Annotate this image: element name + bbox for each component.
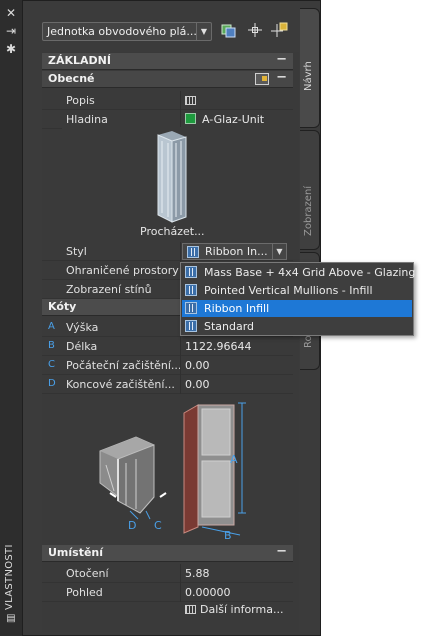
more-info-link[interactable]: Další informa... — [185, 603, 283, 616]
collapse-icon[interactable]: − — [276, 544, 287, 559]
chevron-down-icon[interactable]: ▼ — [272, 244, 286, 259]
section-general-label: Obecné — [48, 72, 95, 85]
dimension-letter: B — [48, 340, 55, 351]
diagram-label-c: C — [154, 519, 162, 532]
tab-design[interactable]: Návrh — [300, 8, 320, 128]
bounding-label: Ohraničené prostory — [66, 264, 179, 277]
curtain-wall-style-icon — [185, 320, 197, 332]
dimension-letter: C — [48, 359, 55, 370]
style-option-label: Standard — [204, 320, 255, 333]
browse-link[interactable]: Procházet... — [140, 225, 205, 238]
curtain-wall-style-icon — [187, 246, 199, 258]
style-label: Styl — [66, 245, 87, 258]
dimension-diagram: D C A B — [62, 393, 293, 542]
section-dimensions-label: Kóty — [48, 300, 77, 313]
start-offset-value[interactable]: 0.00 — [185, 359, 210, 372]
menu-icon[interactable]: ▤ — [4, 612, 18, 626]
layer-label: Hladina — [66, 113, 108, 126]
toggle-pickadd-icon[interactable] — [270, 22, 288, 40]
shadow-label: Zobrazení stínů — [66, 283, 152, 296]
palette-titlebar[interactable]: ✕ ⇥ ✱ ▤ VLASTNOSTI — [0, 0, 23, 636]
row-end-offset[interactable]: D Koncové začištění... 0.00 — [42, 375, 293, 394]
style-value: Ribbon In... — [205, 245, 268, 258]
object-type-combo[interactable]: Jednotka obvodového plá... ▼ — [42, 22, 212, 41]
height-label: Výška — [66, 321, 99, 334]
collapse-icon[interactable]: − — [276, 70, 287, 85]
elevation-label: Pohled — [66, 586, 103, 599]
curtain-wall-style-icon — [185, 266, 197, 278]
dimension-letter: D — [48, 378, 56, 389]
more-info-label: Další informa... — [200, 603, 284, 616]
style-combo[interactable]: Ribbon In... ▼ — [182, 243, 287, 260]
style-option-label: Pointed Vertical Mullions - Infill — [204, 284, 373, 297]
diagram-label-b: B — [224, 529, 232, 541]
close-icon[interactable]: ✕ — [4, 6, 18, 20]
end-offset-value[interactable]: 0.00 — [185, 378, 210, 391]
more-info-icon — [185, 605, 196, 614]
length-label: Délka — [66, 340, 98, 353]
layer-value: A-Glaz-Unit — [202, 113, 265, 126]
section-basic-label: ZÁKLADNÍ — [48, 54, 111, 67]
row-start-offset[interactable]: C Počáteční začištění... 0.00 — [42, 356, 293, 375]
diagram-label-d: D — [128, 519, 136, 532]
style-option[interactable]: Pointed Vertical Mullions - Infill — [182, 282, 412, 299]
section-location[interactable]: Umístění − — [42, 544, 293, 562]
section-general[interactable]: Obecné − — [42, 70, 293, 88]
style-option-label: Mass Base + 4x4 Grid Above - Glazing — [204, 266, 416, 279]
tab-display[interactable]: Zobrazení — [300, 130, 320, 250]
tab-extended-label: Ro — [303, 335, 314, 348]
quick-properties-icon[interactable] — [255, 73, 269, 88]
rotation-value[interactable]: 5.88 — [185, 567, 210, 580]
section-basic[interactable]: ZÁKLADNÍ − — [42, 52, 293, 70]
quick-select-icon[interactable] — [246, 22, 264, 40]
row-rotation[interactable]: Otočení 5.88 — [42, 564, 293, 583]
style-option[interactable]: Mass Base + 4x4 Grid Above - Glazing — [182, 264, 416, 281]
section-location-label: Umístění — [48, 546, 104, 559]
length-value[interactable]: 1122.96644 — [185, 340, 251, 353]
tab-display-label: Zobrazení — [303, 185, 314, 236]
start-offset-label: Počáteční začištění... — [66, 359, 182, 372]
elevation-value[interactable]: 0.00000 — [185, 586, 231, 599]
rotation-label: Otočení — [66, 567, 109, 580]
diagram-label-a: A — [230, 453, 238, 466]
style-option-label: Ribbon Infill — [204, 302, 270, 315]
autohide-icon[interactable]: ⇥ — [4, 24, 18, 38]
palette-title: VLASTNOSTI — [4, 544, 15, 610]
row-elevation[interactable]: Pohled 0.00000 — [42, 583, 293, 602]
curtain-wall-style-icon — [185, 284, 197, 296]
end-offset-label: Koncové začištění... — [66, 378, 175, 391]
description-label: Popis — [66, 94, 95, 107]
style-dropdown-list[interactable]: Mass Base + 4x4 Grid Above - Glazing Poi… — [180, 262, 416, 336]
description-edit-icon[interactable] — [185, 94, 196, 107]
tab-design-label: Návrh — [303, 61, 314, 91]
chevron-down-icon[interactable]: ▼ — [196, 23, 211, 40]
dimension-letter: A — [48, 321, 55, 332]
settings-icon[interactable]: ✱ — [4, 42, 18, 56]
curtain-wall-style-icon — [185, 302, 197, 314]
row-description[interactable]: Popis — [42, 91, 293, 110]
style-option-selected[interactable]: Ribbon Infill — [182, 300, 412, 317]
collapse-icon[interactable]: − — [276, 52, 287, 67]
style-option[interactable]: Standard — [182, 318, 412, 335]
object-type-value: Jednotka obvodového plá... — [47, 25, 197, 38]
row-length[interactable]: B Délka 1122.96644 — [42, 337, 293, 356]
layer-color-swatch — [185, 113, 196, 124]
add-selection-icon[interactable] — [220, 22, 238, 40]
